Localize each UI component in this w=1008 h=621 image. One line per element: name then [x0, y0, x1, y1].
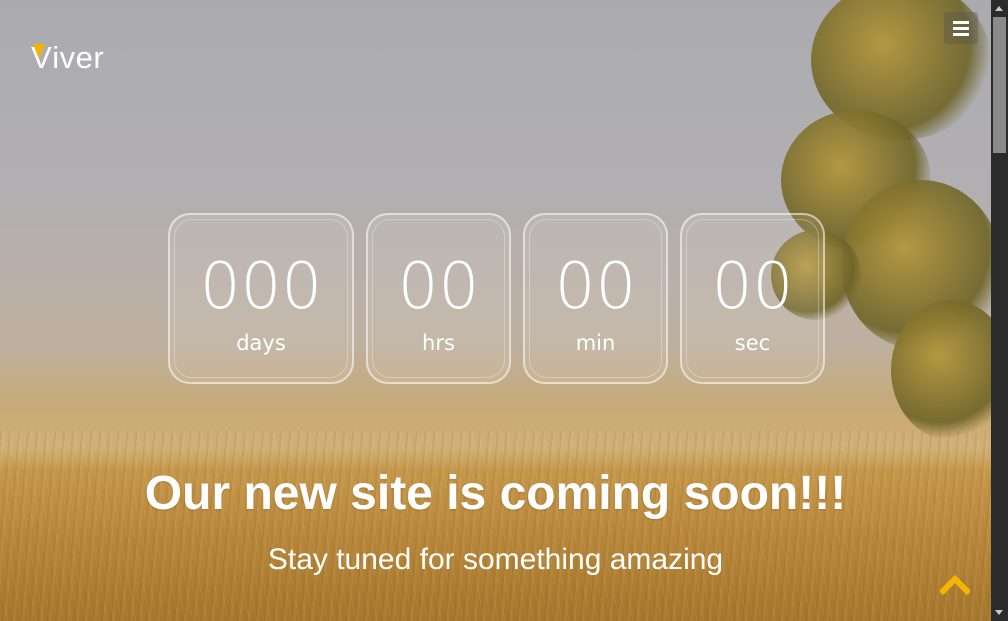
scrollbar-thumb[interactable]	[993, 17, 1006, 153]
logo-text: iver	[52, 40, 105, 75]
page-background: V iver 000 days 00 hrs 00 min 00 sec Our…	[0, 0, 991, 621]
countdown-hours: 00 hrs	[366, 213, 511, 384]
countdown-seconds-value: 00	[711, 250, 794, 324]
countdown-seconds-label: sec	[734, 331, 771, 355]
countdown-minutes-value: 00	[554, 250, 637, 324]
menu-bar	[953, 32, 969, 36]
vertical-scrollbar[interactable]	[991, 0, 1008, 621]
menu-bar	[953, 26, 969, 30]
countdown-timer: 000 days 00 hrs 00 min 00 sec	[168, 213, 825, 384]
countdown-minutes: 00 min	[523, 213, 668, 384]
hero-headline: Our new site is coming soon!!!	[144, 467, 847, 520]
countdown-days-label: days	[236, 331, 286, 355]
countdown-seconds: 00 sec	[680, 213, 825, 384]
logo-v-mark: V	[31, 40, 52, 76]
countdown-hours-value: 00	[397, 250, 480, 324]
hero-subline: Stay tuned for something amazing	[267, 543, 724, 576]
chevron-up-icon[interactable]	[938, 570, 972, 600]
logo-accent-icon	[33, 44, 45, 58]
countdown-hours-label: hrs	[422, 331, 455, 355]
scroll-down-icon[interactable]	[995, 610, 1003, 615]
countdown-days-value: 000	[199, 250, 323, 324]
menu-bar	[953, 20, 969, 24]
countdown-days: 000 days	[168, 213, 354, 384]
hamburger-menu-icon[interactable]	[944, 12, 978, 44]
brand-logo[interactable]: V iver	[31, 40, 104, 76]
countdown-minutes-label: min	[575, 331, 616, 355]
scroll-up-icon[interactable]	[995, 6, 1003, 11]
